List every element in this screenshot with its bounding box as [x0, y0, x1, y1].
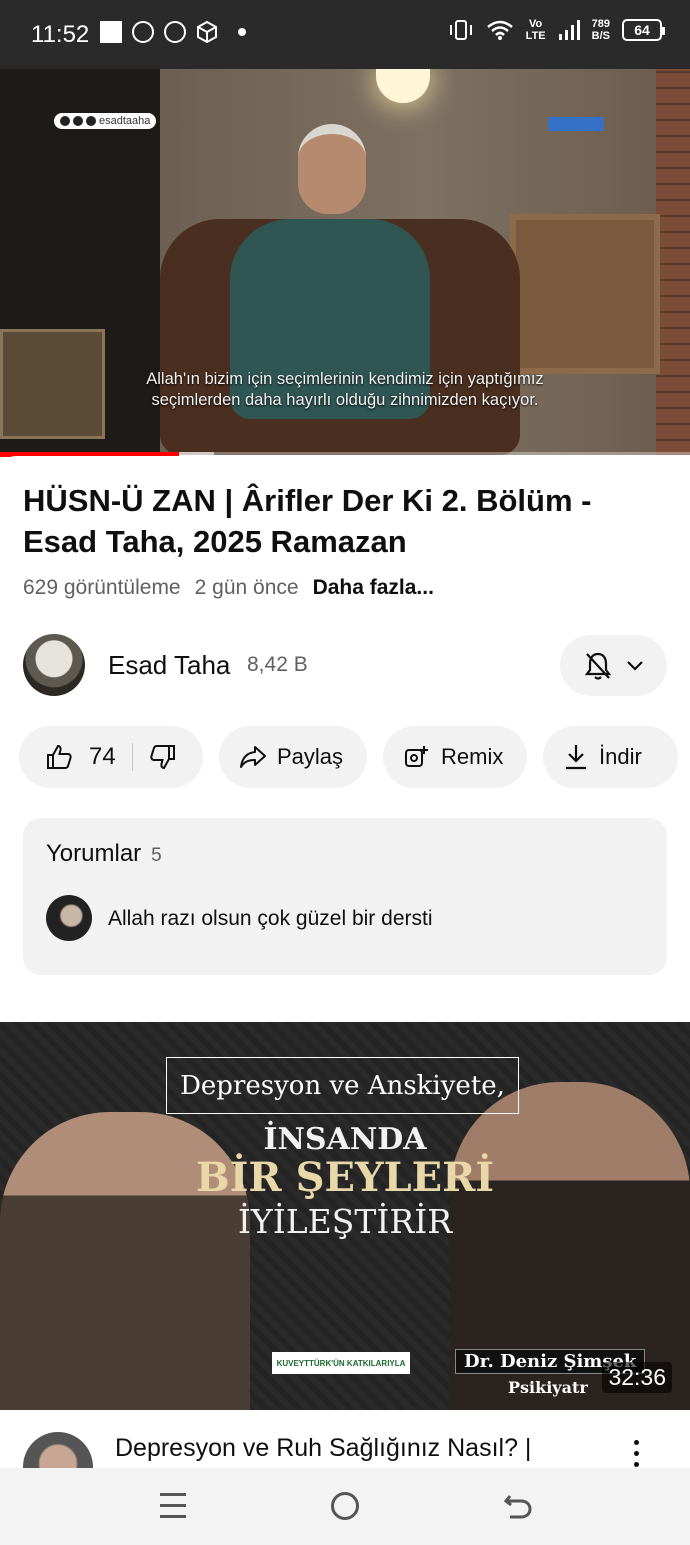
more-notifications-icon: [238, 28, 246, 36]
status-bar: 11:52 Vo LTE 789 B/S 64: [0, 0, 690, 69]
channel-handle-watermark: esadtaaha: [54, 113, 157, 129]
comments-panel[interactable]: Yorumlar 5 Allah razı olsun çok güzel bi…: [23, 818, 667, 975]
status-time: 11:52: [31, 21, 90, 48]
more-button[interactable]: Daha fazla...: [313, 576, 434, 600]
package-notification-icon: [197, 21, 217, 43]
chevron-down-icon: [626, 660, 643, 671]
video-frame-cabinet: [510, 214, 660, 374]
next-video-details[interactable]: Depresyon ve Ruh Sağlığınız Nasıl? |: [0, 1410, 690, 1468]
signal-icon: [558, 20, 580, 40]
clock-notification-icon: [132, 21, 154, 43]
like-divider: [131, 743, 133, 771]
video-subtitles: Allah'ın bizim için seçimlerinin kendimi…: [0, 369, 690, 411]
notification-settings-button[interactable]: [560, 635, 667, 696]
instagram-icon: [86, 116, 96, 126]
thumbnail-guest-title: Psikiyatr: [508, 1378, 588, 1397]
comments-title: Yorumlar: [46, 840, 142, 867]
thumbnail-sponsor-badge: KUVEYTTÜRK'ÜN KATKILARIYLA: [272, 1352, 410, 1374]
video-duration-badge: 32:36: [602, 1362, 672, 1393]
video-title[interactable]: HÜSN-Ü ZAN | Ârifler Der Ki 2. Bölüm - E…: [23, 480, 663, 562]
like-icon[interactable]: [45, 743, 73, 771]
view-count: 629 görüntüleme: [23, 576, 181, 599]
channel-name[interactable]: Esad Taha: [108, 650, 230, 681]
net-speed-label: 789 B/S: [591, 18, 610, 42]
more-options-icon[interactable]: [630, 1440, 642, 1467]
channel-logo-watermark: [548, 117, 604, 131]
home-button[interactable]: [331, 1492, 359, 1520]
share-icon: [240, 746, 266, 768]
network-type-label: Vo LTE: [525, 18, 546, 42]
recent-apps-button[interactable]: [160, 1493, 186, 1518]
video-meta[interactable]: 629 görüntüleme 2 gün önce Daha fazla...: [23, 576, 434, 600]
upload-age: 2 gün önce: [194, 576, 299, 599]
thumbnail-line-2: BİR ŞEYLERİ: [195, 1154, 495, 1201]
video-frame-speaker-head: [298, 124, 366, 214]
download-button[interactable]: İndir: [543, 726, 678, 788]
comments-count: 5: [151, 845, 162, 866]
download-icon: [566, 745, 586, 770]
thumbnail-line-1: İNSANDA: [263, 1122, 427, 1157]
dislike-icon[interactable]: [149, 743, 177, 771]
battery-level: 64: [634, 22, 650, 38]
bell-off-icon: [584, 652, 611, 680]
system-navigation-bar: [0, 1468, 690, 1545]
vibrate-icon: [449, 20, 472, 40]
commenter-avatar: [46, 895, 92, 941]
next-video-channel-avatar[interactable]: [23, 1432, 93, 1468]
handle-text: esadtaaha: [99, 115, 151, 127]
top-comment-text: Allah razı olsun çok güzel bir dersti: [108, 907, 433, 930]
remix-button[interactable]: Remix: [383, 726, 527, 788]
x-icon: [73, 116, 83, 126]
battery-icon: 64: [622, 19, 665, 41]
next-video-thumbnail[interactable]: Depresyon ve Anskiyete, İNSANDA BİR ŞEYL…: [0, 1022, 690, 1410]
gallery-notification-icon: [100, 21, 122, 43]
share-label: Paylaş: [277, 744, 344, 769]
thumbnail-line-3: İYİLEŞTİRİR: [237, 1202, 453, 1241]
thumbnail-headline-box: Depresyon ve Anskiyete,: [166, 1057, 519, 1114]
wifi-icon: [486, 20, 513, 40]
subtitle-line-2: seçimlerden daha hayırlı olduğu zihnimiz…: [151, 391, 539, 409]
subscriber-count: 8,42 B: [247, 653, 308, 676]
share-button[interactable]: Paylaş: [219, 726, 367, 788]
download-label: İndir: [599, 744, 642, 769]
action-bar: 74 Paylaş Remix İndir: [19, 726, 678, 788]
whatsapp-notification-icon: [164, 21, 186, 43]
remix-icon: [405, 746, 428, 767]
video-player[interactable]: esadtaaha Allah'ın bizim için seçimlerin…: [0, 69, 690, 455]
like-dislike-group: 74: [19, 726, 203, 788]
channel-row[interactable]: Esad Taha 8,42 B: [23, 634, 667, 696]
subtitle-line-1: Allah'ın bizim için seçimlerinin kendimi…: [146, 370, 544, 388]
remix-label: Remix: [441, 744, 504, 769]
next-video-title[interactable]: Depresyon ve Ruh Sağlığınız Nasıl? |: [115, 1434, 531, 1463]
notification-icons: [100, 21, 246, 43]
system-indicators: Vo LTE 789 B/S 64: [448, 18, 665, 42]
youtube-icon: [60, 116, 70, 126]
back-icon[interactable]: [502, 1490, 534, 1522]
like-count[interactable]: 74: [89, 743, 116, 771]
channel-avatar[interactable]: [23, 634, 85, 696]
comments-header: Yorumlar 5: [46, 840, 162, 868]
